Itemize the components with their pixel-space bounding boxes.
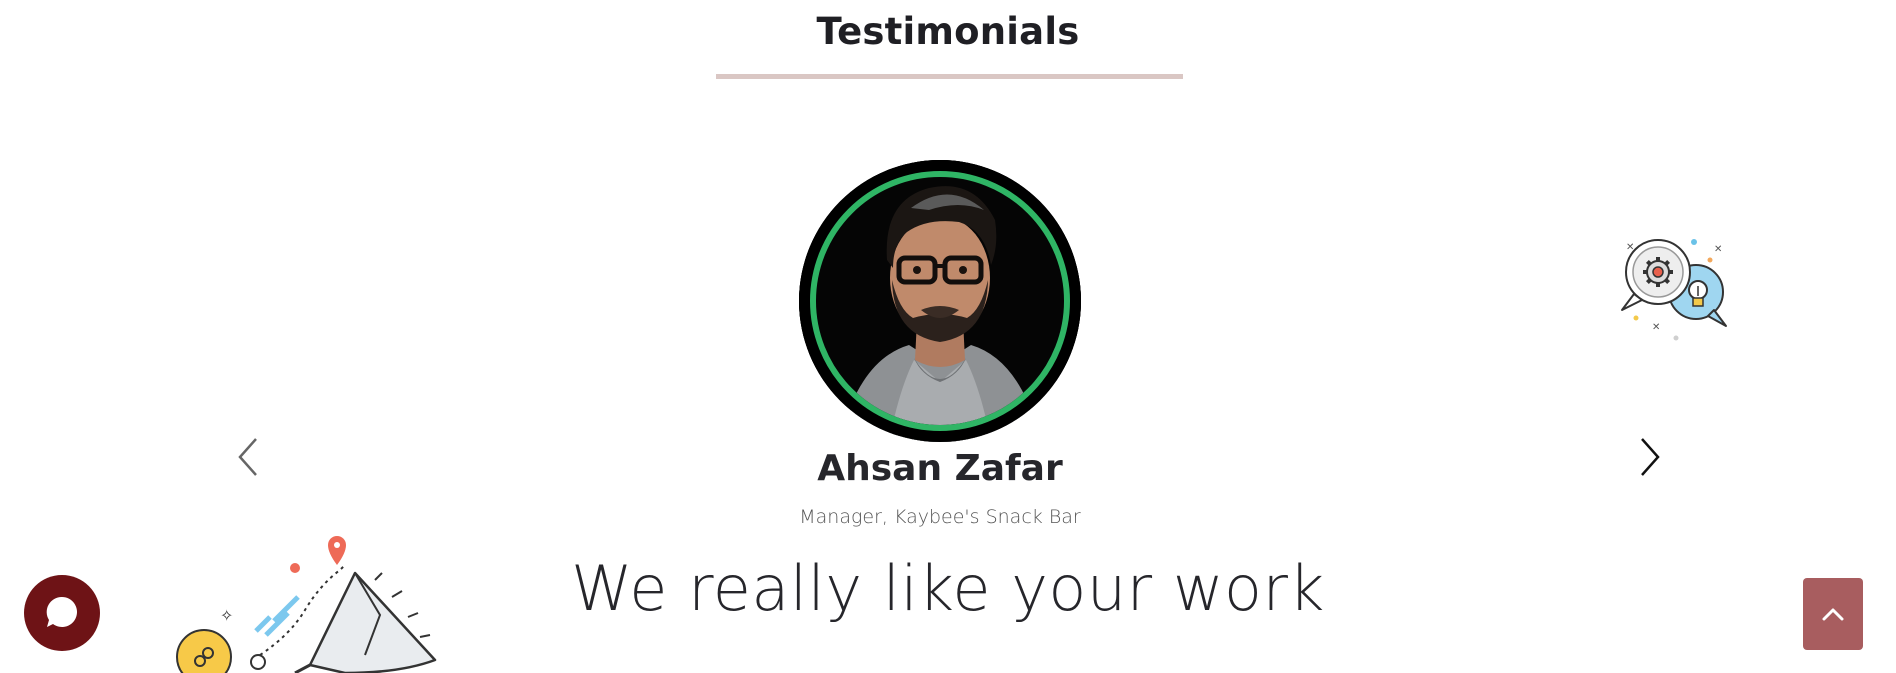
chat-widget-button[interactable] bbox=[24, 575, 100, 651]
chevron-up-icon bbox=[1822, 608, 1844, 621]
gear-lightbulb-bubbles-icon: ✕ ✕ ✕ bbox=[1614, 230, 1734, 345]
testimonial-author-role: Manager, Kaybee's Snack Bar bbox=[799, 506, 1081, 528]
svg-text:✕: ✕ bbox=[1652, 322, 1660, 333]
testimonial-author-name: Ahsan Zafar bbox=[817, 448, 1063, 489]
back-to-top-button[interactable] bbox=[1803, 578, 1863, 650]
section-title: Testimonials bbox=[816, 10, 1080, 53]
carousel-next-button[interactable] bbox=[1630, 427, 1670, 487]
megaphone-icon: ✧ bbox=[170, 535, 450, 673]
svg-text:✕: ✕ bbox=[1714, 244, 1722, 255]
chat-bubble-icon bbox=[46, 596, 77, 627]
chevron-left-icon bbox=[238, 438, 257, 476]
chevron-right-icon bbox=[1641, 438, 1660, 476]
carousel-prev-button[interactable] bbox=[228, 427, 268, 487]
testimonial-avatar bbox=[799, 160, 1081, 442]
title-underline bbox=[716, 74, 1183, 79]
svg-text:✧: ✧ bbox=[220, 606, 233, 625]
testimonials-section: Testimonials Ahsan Zafar Manager, Kaybee… bbox=[0, 0, 1896, 673]
